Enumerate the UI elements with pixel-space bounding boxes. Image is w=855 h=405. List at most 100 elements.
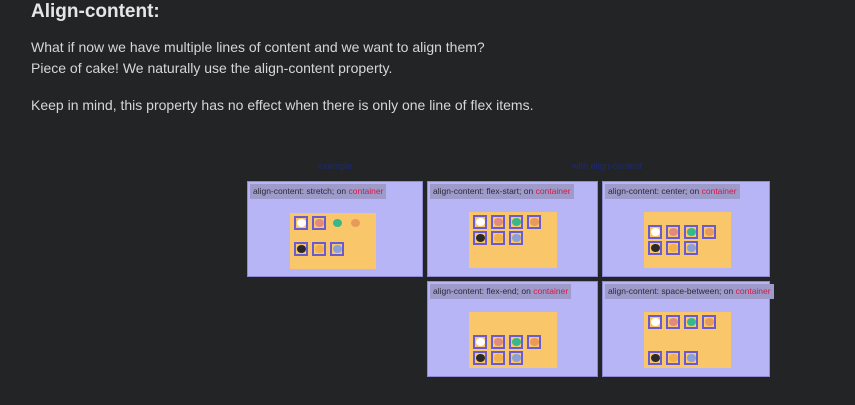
cat-icon [475,218,485,226]
panel-caption: align-content: flex-end; on container [430,284,572,299]
monkey-icon [314,245,324,253]
frog-icon [686,318,696,326]
tile [684,225,698,239]
on-text: on [521,286,531,296]
tile [648,225,662,239]
tile [312,242,326,256]
tile [491,231,505,245]
monkey-icon [668,244,678,252]
panda-icon [650,244,660,252]
intro-text: What if now we have multiple lines of co… [31,37,485,79]
tile [473,231,487,245]
panda-icon [475,354,485,362]
tile [491,335,505,349]
intro-line-2: Piece of cake! We naturally use the alig… [31,60,393,76]
pig-icon [668,228,678,236]
on-text: on [689,186,700,196]
tile [491,351,505,365]
panel-caption: align-content: center; on container [605,184,740,199]
frog-icon [511,338,521,346]
tile [648,315,662,329]
cat-icon [650,318,660,326]
cat-icon [475,338,485,346]
flex-container [469,312,557,368]
tile [666,351,680,365]
bear-icon [704,318,714,326]
flex-container [644,312,731,368]
flex-container [290,213,376,269]
container-keyword: container [535,186,571,196]
panel-stretch: align-content: stretch; on container [247,181,423,277]
tile [491,215,505,229]
on-text: on [723,286,734,296]
on-text: on [336,186,347,196]
container-keyword: container [348,186,384,196]
tile [702,225,716,239]
koala-icon [686,354,696,362]
koala-icon [686,244,696,252]
panel-space-between: align-content: space-between; on contain… [602,281,774,377]
tile [330,216,344,230]
tile [330,242,344,256]
intro-line-1: What if now we have multiple lines of co… [31,39,485,55]
monkey-icon [668,354,678,362]
frog-icon [332,219,342,227]
faint-label-align-content: with align-content [572,161,643,171]
tile [294,216,308,230]
tile [648,351,662,365]
cat-icon [296,219,306,227]
code-text: align-content: flex-end; [433,286,519,296]
tile [509,215,523,229]
code-text: align-content: center; [608,186,688,196]
code-text: align-content: stretch; [253,186,335,196]
panda-icon [650,354,660,362]
code-text: align-content: flex-start; [433,186,522,196]
tile [527,215,541,229]
panda-icon [475,234,485,242]
container-keyword: container [533,286,569,296]
monkey-icon [493,354,503,362]
pig-icon [668,318,678,326]
tile [509,335,523,349]
bear-icon [704,228,714,236]
tile [473,351,487,365]
tile [702,315,716,329]
bear-icon [529,338,539,346]
section-heading: Align-content: [31,1,160,22]
tile [684,241,698,255]
panel-caption: align-content: stretch; on container [250,184,387,199]
tile [509,351,523,365]
koala-icon [511,234,521,242]
panel-caption: align-content: space-between; on contain… [605,284,774,299]
tile [648,241,662,255]
flex-container [469,212,557,268]
monkey-icon [493,234,503,242]
tile [348,216,362,230]
tile [666,315,680,329]
code-text: align-content: space-between; [608,286,722,296]
container-keyword: container [735,286,771,296]
tile [527,335,541,349]
panel-flex-start: align-content: flex-start; on container [427,181,598,277]
tile [666,225,680,239]
tile [312,216,326,230]
tile [294,242,308,256]
note-text: Keep in mind, this property has no effec… [31,97,534,113]
panel-caption: align-content: flex-start; on container [430,184,574,199]
pig-icon [493,338,503,346]
panel-flex-end: align-content: flex-end; on container [427,281,598,377]
bear-icon [350,219,360,227]
panda-icon [296,245,306,253]
tile [684,351,698,365]
tile [684,315,698,329]
faint-label-example: example [318,161,353,171]
frog-icon [511,218,521,226]
bear-icon [529,218,539,226]
cat-icon [650,228,660,236]
tile [509,231,523,245]
tile [666,241,680,255]
container-keyword: container [701,186,737,196]
panel-center: align-content: center; on container [602,181,770,277]
tile [473,335,487,349]
pig-icon [493,218,503,226]
